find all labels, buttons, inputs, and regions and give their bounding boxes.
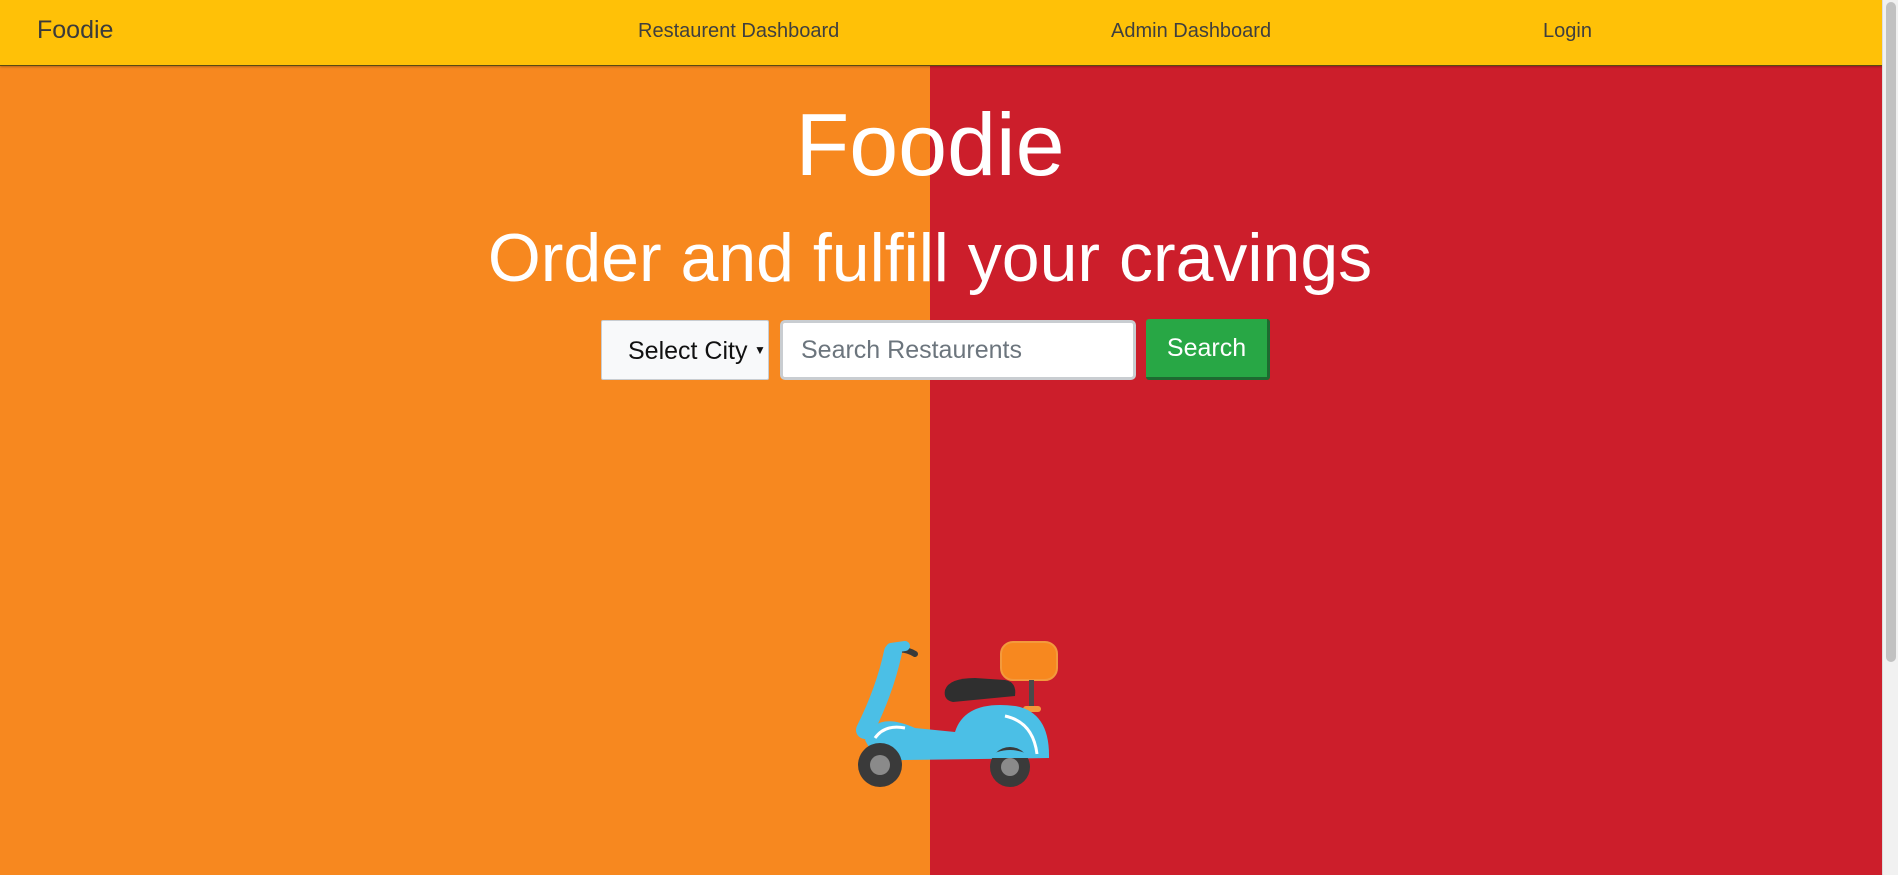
nav-link-admin-dashboard[interactable]: Admin Dashboard	[1111, 20, 1271, 43]
nav-link-restaurant-dashboard[interactable]: Restaurent Dashboard	[638, 20, 839, 43]
hero-subtitle: Order and fulfill your cravings	[487, 220, 1373, 296]
nav-link-login[interactable]: Login	[1543, 20, 1592, 43]
page-scrollbar[interactable]	[1882, 0, 1898, 875]
brand-logo-link[interactable]: Foodie	[37, 16, 113, 45]
caret-down-icon: ▼	[754, 343, 766, 357]
city-select-dropdown[interactable]: Select City ▼	[601, 320, 769, 380]
top-navbar: Foodie Restaurent Dashboard Admin Dashbo…	[0, 0, 1882, 66]
hero-title: Foodie	[795, 95, 1065, 194]
restaurant-search-input[interactable]	[780, 320, 1136, 380]
scrollbar-thumb[interactable]	[1886, 2, 1896, 662]
search-button[interactable]: Search	[1146, 319, 1270, 380]
city-select-label: Select City	[628, 337, 748, 365]
scooter-icon	[856, 641, 1058, 787]
